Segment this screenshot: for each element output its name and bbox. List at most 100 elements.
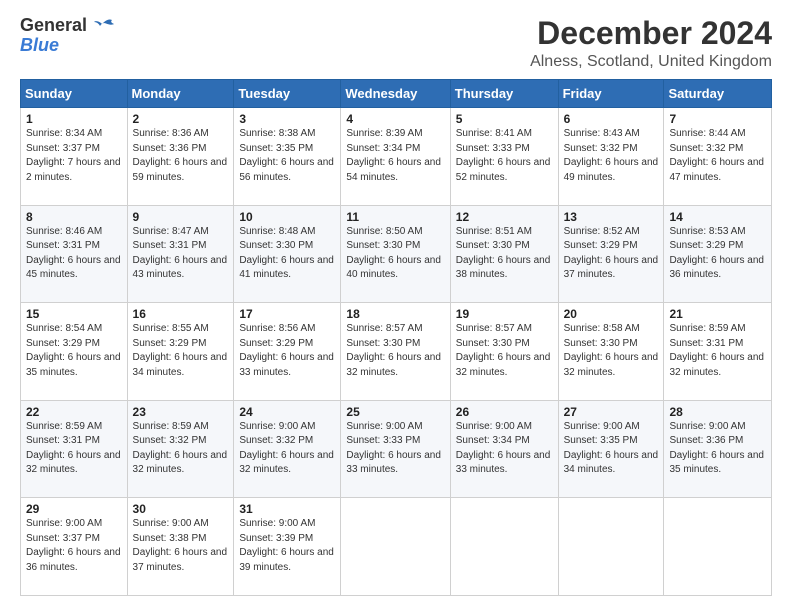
day-number: 2 — [133, 112, 229, 126]
calendar-cell: 29 Sunrise: 9:00 AMSunset: 3:37 PMDaylig… — [21, 498, 128, 596]
day-info: Sunrise: 8:55 AMSunset: 3:29 PMDaylight:… — [133, 323, 228, 378]
calendar-cell: 4 Sunrise: 8:39 AMSunset: 3:34 PMDayligh… — [341, 108, 450, 206]
logo-bird-icon — [94, 18, 114, 34]
day-info: Sunrise: 9:00 AMSunset: 3:34 PMDaylight:… — [456, 421, 551, 476]
day-number: 11 — [346, 210, 444, 224]
day-number: 10 — [239, 210, 335, 224]
day-info: Sunrise: 8:57 AMSunset: 3:30 PMDaylight:… — [456, 323, 551, 378]
day-number: 24 — [239, 405, 335, 419]
calendar-cell: 25 Sunrise: 9:00 AMSunset: 3:33 PMDaylig… — [341, 400, 450, 498]
calendar-cell: 26 Sunrise: 9:00 AMSunset: 3:34 PMDaylig… — [450, 400, 558, 498]
calendar-cell: 1 Sunrise: 8:34 AMSunset: 3:37 PMDayligh… — [21, 108, 128, 206]
day-number: 9 — [133, 210, 229, 224]
day-info: Sunrise: 9:00 AMSunset: 3:35 PMDaylight:… — [564, 421, 659, 476]
day-number: 16 — [133, 307, 229, 321]
day-info: Sunrise: 8:46 AMSunset: 3:31 PMDaylight:… — [26, 226, 121, 281]
day-info: Sunrise: 8:48 AMSunset: 3:30 PMDaylight:… — [239, 226, 334, 281]
week-row-4: 22 Sunrise: 8:59 AMSunset: 3:31 PMDaylig… — [21, 400, 772, 498]
day-info: Sunrise: 8:47 AMSunset: 3:31 PMDaylight:… — [133, 226, 228, 281]
day-info: Sunrise: 8:50 AMSunset: 3:30 PMDaylight:… — [346, 226, 441, 281]
calendar-cell: 23 Sunrise: 8:59 AMSunset: 3:32 PMDaylig… — [127, 400, 234, 498]
day-info: Sunrise: 8:43 AMSunset: 3:32 PMDaylight:… — [564, 128, 659, 183]
day-info: Sunrise: 8:59 AMSunset: 3:31 PMDaylight:… — [669, 323, 764, 378]
calendar-cell: 20 Sunrise: 8:58 AMSunset: 3:30 PMDaylig… — [558, 303, 664, 401]
header-day-friday: Friday — [558, 80, 664, 108]
calendar-cell: 22 Sunrise: 8:59 AMSunset: 3:31 PMDaylig… — [21, 400, 128, 498]
day-number: 23 — [133, 405, 229, 419]
day-info: Sunrise: 9:00 AMSunset: 3:39 PMDaylight:… — [239, 518, 334, 573]
calendar-cell — [450, 498, 558, 596]
day-info: Sunrise: 8:52 AMSunset: 3:29 PMDaylight:… — [564, 226, 659, 281]
logo-general: General — [20, 16, 114, 36]
calendar-cell — [558, 498, 664, 596]
calendar-cell — [664, 498, 772, 596]
header: General Blue December 2024 Alness, Scotl… — [20, 16, 772, 71]
day-info: Sunrise: 8:59 AMSunset: 3:32 PMDaylight:… — [133, 421, 228, 476]
day-number: 26 — [456, 405, 553, 419]
calendar-cell — [341, 498, 450, 596]
header-day-monday: Monday — [127, 80, 234, 108]
week-row-5: 29 Sunrise: 9:00 AMSunset: 3:37 PMDaylig… — [21, 498, 772, 596]
header-day-wednesday: Wednesday — [341, 80, 450, 108]
calendar-cell: 10 Sunrise: 8:48 AMSunset: 3:30 PMDaylig… — [234, 205, 341, 303]
day-info: Sunrise: 8:58 AMSunset: 3:30 PMDaylight:… — [564, 323, 659, 378]
day-number: 15 — [26, 307, 122, 321]
day-number: 28 — [669, 405, 766, 419]
day-info: Sunrise: 9:00 AMSunset: 3:37 PMDaylight:… — [26, 518, 121, 573]
day-number: 18 — [346, 307, 444, 321]
calendar-cell: 13 Sunrise: 8:52 AMSunset: 3:29 PMDaylig… — [558, 205, 664, 303]
day-number: 31 — [239, 502, 335, 516]
day-number: 14 — [669, 210, 766, 224]
header-row: SundayMondayTuesdayWednesdayThursdayFrid… — [21, 80, 772, 108]
day-info: Sunrise: 9:00 AMSunset: 3:32 PMDaylight:… — [239, 421, 334, 476]
day-info: Sunrise: 9:00 AMSunset: 3:38 PMDaylight:… — [133, 518, 228, 573]
day-number: 6 — [564, 112, 659, 126]
calendar-page: General Blue December 2024 Alness, Scotl… — [0, 0, 792, 612]
day-info: Sunrise: 8:53 AMSunset: 3:29 PMDaylight:… — [669, 226, 764, 281]
day-number: 22 — [26, 405, 122, 419]
header-day-thursday: Thursday — [450, 80, 558, 108]
header-day-saturday: Saturday — [664, 80, 772, 108]
day-number: 12 — [456, 210, 553, 224]
calendar-cell: 5 Sunrise: 8:41 AMSunset: 3:33 PMDayligh… — [450, 108, 558, 206]
calendar-cell: 2 Sunrise: 8:36 AMSunset: 3:36 PMDayligh… — [127, 108, 234, 206]
calendar-cell: 28 Sunrise: 9:00 AMSunset: 3:36 PMDaylig… — [664, 400, 772, 498]
logo: General Blue — [20, 16, 114, 56]
calendar-cell: 11 Sunrise: 8:50 AMSunset: 3:30 PMDaylig… — [341, 205, 450, 303]
day-number: 27 — [564, 405, 659, 419]
week-row-3: 15 Sunrise: 8:54 AMSunset: 3:29 PMDaylig… — [21, 303, 772, 401]
calendar-cell: 24 Sunrise: 9:00 AMSunset: 3:32 PMDaylig… — [234, 400, 341, 498]
day-info: Sunrise: 8:39 AMSunset: 3:34 PMDaylight:… — [346, 128, 441, 183]
day-info: Sunrise: 8:56 AMSunset: 3:29 PMDaylight:… — [239, 323, 334, 378]
calendar-cell: 15 Sunrise: 8:54 AMSunset: 3:29 PMDaylig… — [21, 303, 128, 401]
calendar-cell: 6 Sunrise: 8:43 AMSunset: 3:32 PMDayligh… — [558, 108, 664, 206]
day-number: 1 — [26, 112, 122, 126]
day-info: Sunrise: 8:34 AMSunset: 3:37 PMDaylight:… — [26, 128, 121, 183]
calendar-cell: 7 Sunrise: 8:44 AMSunset: 3:32 PMDayligh… — [664, 108, 772, 206]
calendar-cell: 14 Sunrise: 8:53 AMSunset: 3:29 PMDaylig… — [664, 205, 772, 303]
calendar-cell: 31 Sunrise: 9:00 AMSunset: 3:39 PMDaylig… — [234, 498, 341, 596]
calendar-cell: 16 Sunrise: 8:55 AMSunset: 3:29 PMDaylig… — [127, 303, 234, 401]
day-number: 7 — [669, 112, 766, 126]
header-day-tuesday: Tuesday — [234, 80, 341, 108]
calendar-cell: 9 Sunrise: 8:47 AMSunset: 3:31 PMDayligh… — [127, 205, 234, 303]
week-row-2: 8 Sunrise: 8:46 AMSunset: 3:31 PMDayligh… — [21, 205, 772, 303]
calendar-cell: 21 Sunrise: 8:59 AMSunset: 3:31 PMDaylig… — [664, 303, 772, 401]
day-info: Sunrise: 9:00 AMSunset: 3:33 PMDaylight:… — [346, 421, 441, 476]
day-number: 4 — [346, 112, 444, 126]
logo-blue: Blue — [20, 36, 59, 56]
day-number: 13 — [564, 210, 659, 224]
day-number: 19 — [456, 307, 553, 321]
month-title: December 2024 — [530, 16, 772, 51]
day-info: Sunrise: 8:41 AMSunset: 3:33 PMDaylight:… — [456, 128, 551, 183]
calendar-cell: 19 Sunrise: 8:57 AMSunset: 3:30 PMDaylig… — [450, 303, 558, 401]
calendar-cell: 12 Sunrise: 8:51 AMSunset: 3:30 PMDaylig… — [450, 205, 558, 303]
calendar-cell: 17 Sunrise: 8:56 AMSunset: 3:29 PMDaylig… — [234, 303, 341, 401]
calendar-cell: 8 Sunrise: 8:46 AMSunset: 3:31 PMDayligh… — [21, 205, 128, 303]
calendar-cell: 3 Sunrise: 8:38 AMSunset: 3:35 PMDayligh… — [234, 108, 341, 206]
day-number: 3 — [239, 112, 335, 126]
calendar-cell: 30 Sunrise: 9:00 AMSunset: 3:38 PMDaylig… — [127, 498, 234, 596]
day-number: 21 — [669, 307, 766, 321]
day-info: Sunrise: 8:54 AMSunset: 3:29 PMDaylight:… — [26, 323, 121, 378]
calendar-cell: 18 Sunrise: 8:57 AMSunset: 3:30 PMDaylig… — [341, 303, 450, 401]
